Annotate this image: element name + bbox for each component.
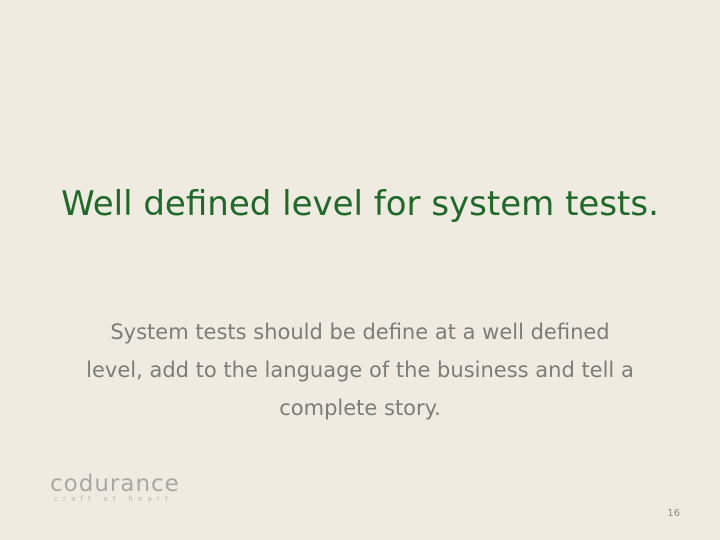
slide-title: Well defined level for system tests. (61, 184, 659, 224)
slide-body-text: System tests should be define at a well … (86, 320, 634, 420)
logo-wordmark: codurance (50, 471, 180, 497)
codurance-logo: codurance craft at heart (50, 472, 196, 506)
logo-tagline: craft at heart (54, 495, 174, 503)
slide-number: 16 (667, 508, 680, 519)
